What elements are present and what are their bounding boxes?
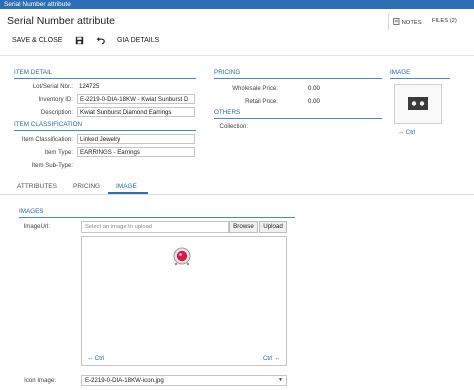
tab-image[interactable]: IMAGE — [116, 182, 137, 191]
browse-button[interactable]: Browse — [229, 221, 258, 233]
description-label: Description: — [40, 109, 73, 116]
toolbar-divider — [0, 55, 474, 56]
item-type-field[interactable]: EARRINGS - Earrings — [77, 147, 195, 157]
window-title-bar: Serial Number attribute — [0, 0, 474, 9]
scale-icon: ↔ — [398, 129, 405, 136]
tab-pricing[interactable]: PRICING — [73, 182, 100, 191]
icon-image-select[interactable]: E-2219-0-DIA-18KW-icon.jpg ▼ — [81, 375, 287, 386]
preview-ctrl-left[interactable]: ↔ Ctrl — [87, 354, 104, 363]
scale-icon: ↔ — [87, 355, 94, 362]
others-header: OTHERS — [214, 109, 241, 116]
pricing-underline — [214, 78, 382, 79]
notes-label: NOTES — [401, 20, 422, 26]
pricing-header: PRICING — [214, 69, 241, 76]
earring-preview-image — [173, 247, 191, 266]
image-url-label: ImageUrl: — [23, 223, 50, 230]
item-sub-type-label: Item Sub-Type: — [31, 162, 73, 169]
item-detail-header: ITEM DETAIL — [14, 69, 53, 76]
item-classification-header: ITEM CLASSIFICATION — [14, 121, 83, 128]
save-close-button[interactable]: SAVE & CLOSE — [12, 36, 62, 45]
image-panel-ctrl-link[interactable]: ↔ Ctrl — [398, 128, 415, 137]
item-image-thumbnail[interactable] — [394, 84, 442, 124]
image-panel-underline — [390, 78, 450, 79]
wholesale-price-label: Wholesale Price: — [232, 85, 278, 92]
item-classification-label: Item Classification: — [21, 136, 73, 143]
inventory-id-field[interactable]: E-2219-0-DIA-18KW - Kwiat Sunburst D — [77, 94, 195, 104]
notes-button[interactable]: NOTES — [393, 18, 422, 26]
upload-button[interactable]: Upload — [259, 221, 287, 233]
image-panel-ctrl-label: Ctrl — [405, 129, 416, 136]
files-label: FILES (2) — [432, 18, 457, 24]
tab-attributes[interactable]: ATTRIBUTES — [17, 182, 57, 191]
item-classification-field[interactable]: Linked Jewelry — [77, 134, 195, 144]
files-button[interactable]: FILES (2) — [432, 18, 457, 24]
tab-strip-border — [0, 194, 474, 195]
image-url-input[interactable]: Select an image to upload — [81, 221, 229, 233]
gia-details-button[interactable]: GIA DETAILS — [117, 36, 159, 45]
notes-icon — [393, 18, 400, 25]
header-divider — [388, 14, 389, 30]
page-title: Serial Number attribute — [7, 15, 115, 27]
item-type-label: Item Type: — [44, 149, 73, 156]
image-preview[interactable]: ↔ Ctrl Ctrl ↔ — [81, 236, 287, 366]
save-icon[interactable] — [75, 36, 84, 45]
earring-thumbnail-image — [408, 97, 428, 110]
lot-serial-value: 124725 — [79, 83, 100, 90]
preview-ctrl-right[interactable]: Ctrl ↔ — [263, 354, 280, 363]
scale-icon: ↔ — [274, 355, 281, 362]
item-detail-underline — [14, 78, 196, 79]
wholesale-price-value: 0.00 — [308, 85, 320, 92]
inventory-id-label: Inventory ID: — [38, 96, 73, 103]
item-classification-underline — [14, 130, 196, 131]
chevron-down-icon: ▼ — [278, 377, 283, 383]
preview-ctrl-left-label: Ctrl — [94, 355, 105, 362]
icon-image-label: Icon Image: — [24, 377, 56, 384]
images-section-underline — [19, 217, 295, 218]
retail-price-label: Retail Price: — [245, 98, 278, 105]
description-field[interactable]: Kwiat Sunburst Diamond Earrings — [77, 107, 195, 117]
image-panel-header: IMAGE — [390, 69, 411, 76]
images-section-header: IMAGES — [19, 208, 44, 215]
others-underline — [214, 118, 382, 119]
retail-price-value: 0.00 — [308, 98, 320, 105]
lot-serial-label: Lot/Serial Nbr.: — [32, 83, 73, 90]
preview-ctrl-right-label: Ctrl — [263, 355, 273, 362]
undo-icon[interactable] — [96, 36, 105, 45]
icon-image-value: E-2219-0-DIA-18KW-icon.jpg — [85, 377, 164, 384]
collection-label: Collection: — [219, 123, 248, 130]
